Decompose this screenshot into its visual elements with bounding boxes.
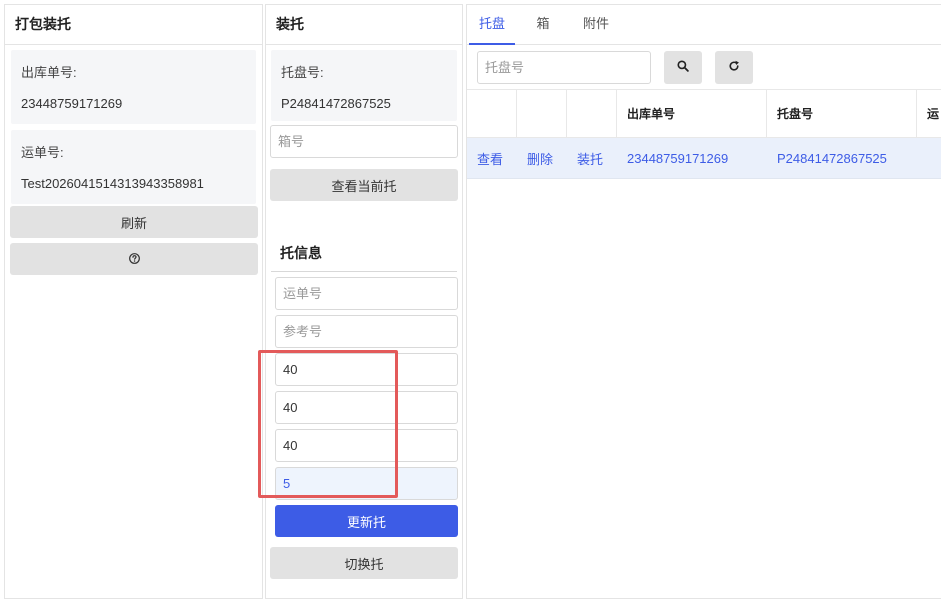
pallet-table: 出库单号 托盘号 运 查看 删除 装托 23448759171269 P2484… [467,89,941,179]
width-input[interactable] [275,391,458,424]
records-tabs: 托盘 箱 附件 [467,5,941,45]
outbound-no-cell: 23448759171269 [627,150,729,166]
column-header-waybill[interactable]: 运 [917,90,941,137]
load-pallet-panel: 装托 托盘号: P24841472867525 查看当前托 托信息 更新托 切换… [265,4,463,599]
load-link[interactable]: 装托 [567,138,617,178]
outbound-info-block: 出库单号: 23448759171269 [11,50,256,124]
waybill-value: Test202604151431394335898​1 [21,176,204,191]
refresh-button[interactable]: 刷新 [10,206,258,238]
tab-box[interactable]: 箱 [527,5,559,45]
outbound-label: 出库单号: [21,65,77,80]
refresh-icon [728,60,740,75]
weight-input[interactable] [275,467,458,500]
packing-panel: 打包装托 出库单号: 23448759171269 运单号: Test20260… [4,4,263,599]
switch-pallet-button[interactable]: 切换托 [270,547,458,579]
pallet-label: 托盘号: [281,65,324,80]
height-input[interactable] [275,429,458,462]
waybill-input[interactable] [275,277,458,310]
column-header-delete [517,90,567,137]
column-header-pallet-no[interactable]: 托盘号 [767,90,917,137]
reference-input[interactable] [275,315,458,348]
pallet-value: P24841472867525 [281,96,391,111]
search-icon [677,60,689,75]
tab-attachment[interactable]: 附件 [575,5,617,45]
pallet-info-block: 托盘号: P24841472867525 [271,50,457,121]
column-header-outbound-no[interactable]: 出库单号 [617,90,767,137]
load-pallet-title: 装托 [266,5,462,45]
section-divider [271,271,457,272]
delete-link[interactable]: 删除 [517,138,567,178]
question-circle-icon [128,252,140,267]
update-pallet-button[interactable]: 更新托 [275,505,458,537]
records-panel: 托盘 箱 附件 出库单号 托盘号 运 查看 [466,4,941,599]
tab-pallet[interactable]: 托盘 [469,5,515,45]
view-link[interactable]: 查看 [467,138,517,178]
reset-button[interactable] [715,51,753,84]
pallet-info-title: 托信息 [280,245,322,261]
packing-panel-title: 打包装托 [5,5,262,45]
pallet-search-input[interactable] [477,51,651,84]
table-row: 查看 删除 装托 23448759171269 P24841472867525 [467,138,941,179]
search-button[interactable] [664,51,702,84]
outbound-value: 23448759171269 [21,96,123,111]
view-current-pallet-button[interactable]: 查看当前托 [270,169,458,201]
column-header-view [467,90,517,137]
length-input[interactable] [275,353,458,386]
waybill-label: 运单号: [21,145,64,160]
box-number-input[interactable] [270,125,458,158]
waybill-info-block: 运单号: Test202604151431394335898​1 [11,130,256,204]
help-button[interactable] [10,243,258,275]
pallet-no-cell: P24841472867525 [777,150,887,166]
table-header: 出库单号 托盘号 运 [467,89,941,138]
column-header-load [567,90,617,137]
